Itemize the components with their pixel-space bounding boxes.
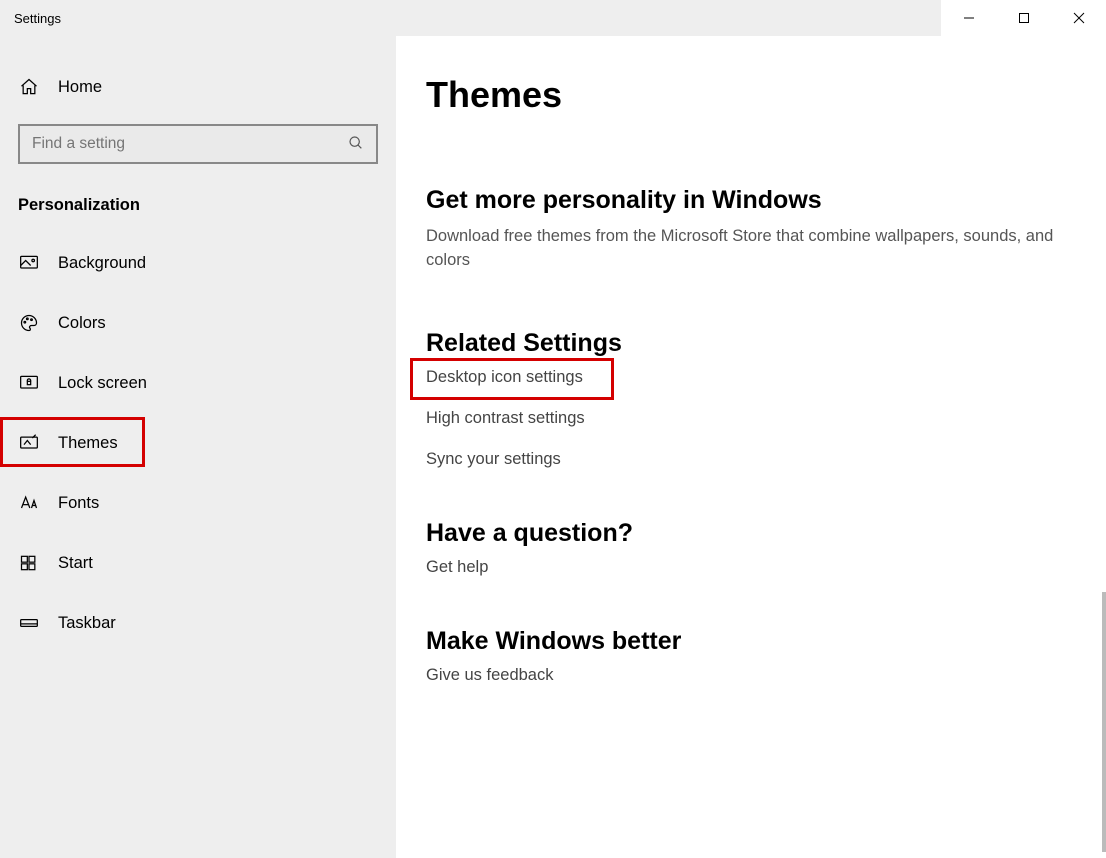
sidebar-category-heading: Personalization xyxy=(0,196,396,215)
window-title: Settings xyxy=(0,11,61,26)
sidebar-item-label: Themes xyxy=(58,434,118,453)
sidebar: Home Personalization Backgro xyxy=(0,36,396,858)
page-title: Themes xyxy=(426,74,1076,116)
close-icon xyxy=(1073,12,1085,24)
sidebar-nav: Background Colors Lock screen xyxy=(0,233,396,653)
personality-body: Download free themes from the Microsoft … xyxy=(426,225,1066,273)
link-desktop-icon-settings[interactable]: Desktop icon settings xyxy=(426,368,583,386)
sidebar-item-start[interactable]: Start xyxy=(0,533,396,593)
sidebar-item-label: Background xyxy=(58,254,146,273)
lockscreen-icon xyxy=(18,372,40,394)
related-heading: Related Settings xyxy=(426,329,1076,358)
sidebar-item-themes[interactable]: Themes xyxy=(0,413,396,473)
sidebar-item-taskbar[interactable]: Taskbar xyxy=(0,593,396,653)
scrollbar[interactable] xyxy=(1102,592,1106,852)
link-give-feedback[interactable]: Give us feedback xyxy=(426,666,554,685)
fonts-icon xyxy=(18,492,40,514)
better-heading: Make Windows better xyxy=(426,627,1076,656)
main-content: Themes Get more personality in Windows D… xyxy=(396,36,1106,858)
home-icon xyxy=(18,76,40,98)
sidebar-home-label: Home xyxy=(58,78,102,97)
sidebar-item-lockscreen[interactable]: Lock screen xyxy=(0,353,396,413)
maximize-button[interactable] xyxy=(996,0,1051,36)
minimize-button[interactable] xyxy=(941,0,996,36)
window-controls xyxy=(941,0,1106,36)
search-icon xyxy=(348,135,366,153)
taskbar-icon xyxy=(18,612,40,634)
sidebar-item-label: Fonts xyxy=(58,494,99,513)
personality-heading: Get more personality in Windows xyxy=(426,186,1076,215)
sidebar-item-label: Lock screen xyxy=(58,374,147,393)
search-box[interactable] xyxy=(18,124,378,164)
question-heading: Have a question? xyxy=(426,519,1076,548)
link-get-help[interactable]: Get help xyxy=(426,558,488,577)
sidebar-home[interactable]: Home xyxy=(0,64,396,110)
sidebar-item-label: Colors xyxy=(58,314,106,333)
sidebar-item-background[interactable]: Background xyxy=(0,233,396,293)
link-high-contrast-settings[interactable]: High contrast settings xyxy=(426,409,585,428)
related-links: Desktop icon settings High contrast sett… xyxy=(426,368,1076,469)
titlebar: Settings xyxy=(0,0,1106,36)
sidebar-item-fonts[interactable]: Fonts xyxy=(0,473,396,533)
colors-icon xyxy=(18,312,40,334)
sidebar-item-label: Start xyxy=(58,554,93,573)
sidebar-item-colors[interactable]: Colors xyxy=(0,293,396,353)
sidebar-item-label: Taskbar xyxy=(58,614,116,633)
maximize-icon xyxy=(1018,12,1030,24)
themes-icon xyxy=(18,432,40,454)
better-links: Give us feedback xyxy=(426,666,1076,685)
close-button[interactable] xyxy=(1051,0,1106,36)
start-icon xyxy=(18,552,40,574)
link-sync-your-settings[interactable]: Sync your settings xyxy=(426,450,561,469)
question-links: Get help xyxy=(426,558,1076,577)
background-icon xyxy=(18,252,40,274)
minimize-icon xyxy=(963,12,975,24)
search-input[interactable] xyxy=(30,134,348,154)
